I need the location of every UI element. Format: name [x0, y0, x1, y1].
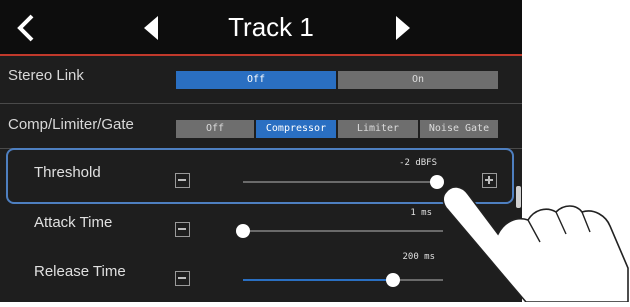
- stereo-link-label: Stereo Link: [8, 67, 84, 84]
- divider: [0, 103, 522, 104]
- attack-time-value: 1 ms: [410, 208, 432, 218]
- page-title: Track 1: [228, 12, 314, 42]
- next-track-icon[interactable]: [392, 14, 414, 42]
- limiter-button[interactable]: Limiter: [338, 120, 418, 138]
- noise-gate-button[interactable]: Noise Gate: [420, 120, 498, 138]
- attack-minus-icon[interactable]: [175, 222, 190, 237]
- header-bar: Track 1: [0, 0, 522, 54]
- attack-time-label: Attack Time: [34, 214, 113, 231]
- comp-limiter-gate-label: Comp/Limiter/Gate: [8, 116, 134, 133]
- release-minus-icon[interactable]: [175, 271, 190, 286]
- comp-off-button[interactable]: Off: [176, 120, 254, 138]
- release-time-value: 200 ms: [402, 252, 435, 262]
- header-divider: [0, 54, 522, 56]
- attack-slider-track[interactable]: [243, 230, 443, 232]
- prev-track-icon[interactable]: [140, 14, 162, 42]
- back-icon[interactable]: [12, 12, 42, 44]
- stereo-link-off-button[interactable]: Off: [176, 71, 336, 89]
- attack-slider-knob[interactable]: [236, 224, 250, 238]
- compressor-button[interactable]: Compressor: [256, 120, 336, 138]
- release-slider-fill: [243, 279, 393, 281]
- stereo-link-on-button[interactable]: On: [338, 71, 498, 89]
- pointing-hand-icon: [430, 170, 630, 307]
- release-slider-knob[interactable]: [386, 273, 400, 287]
- release-time-label: Release Time: [34, 263, 126, 280]
